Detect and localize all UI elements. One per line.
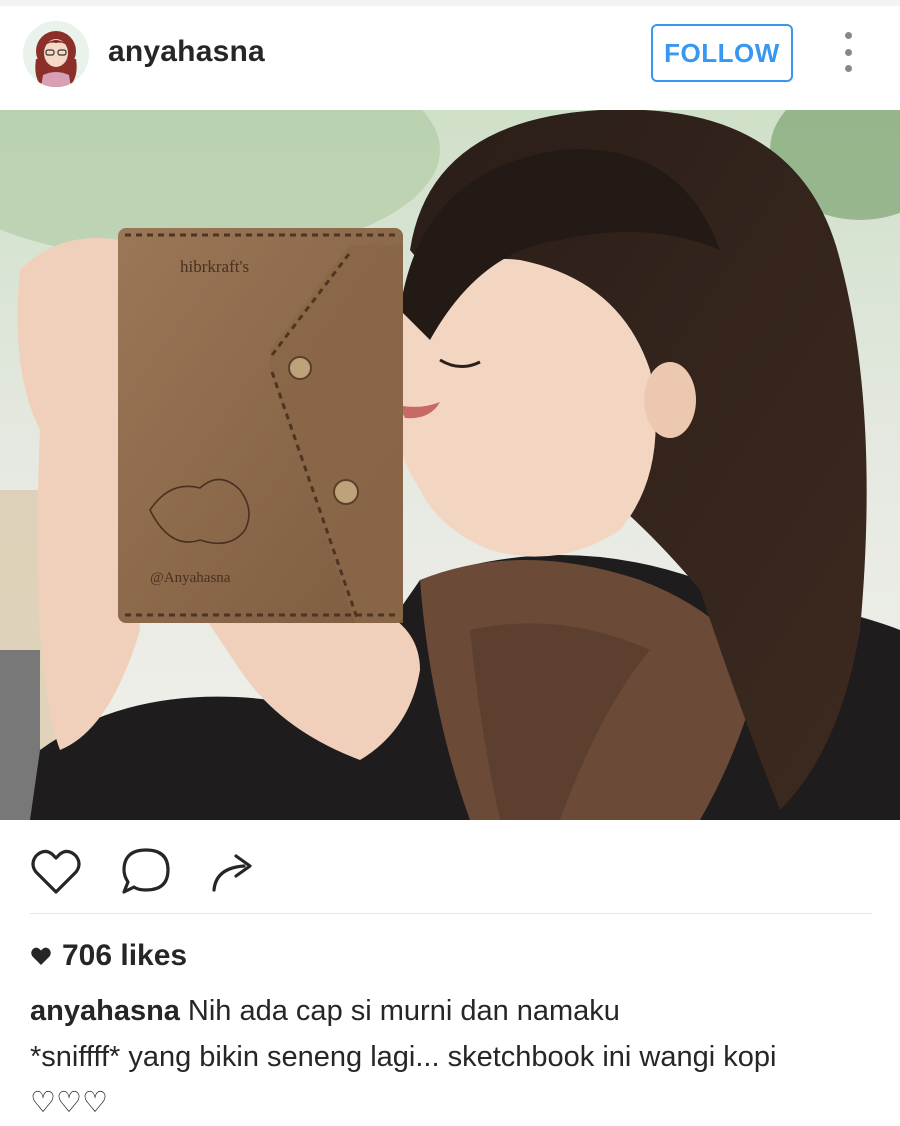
- more-dot: [844, 32, 852, 39]
- more-icon[interactable]: [830, 32, 866, 72]
- notebook-tag: @Anyahasna: [150, 570, 231, 586]
- comment-icon[interactable]: [118, 844, 174, 900]
- likes-count[interactable]: 706 likes: [30, 938, 187, 974]
- more-dot: [844, 48, 852, 56]
- notebook-brand: hibrkraft's: [180, 257, 249, 276]
- username[interactable]: anyahasna: [108, 35, 265, 69]
- action-bar: [0, 820, 900, 914]
- more-dot: [844, 65, 852, 72]
- likes-text: 706 likes: [62, 939, 188, 972]
- caption: anyahasna Nih ada cap si murni dan namaku…: [30, 988, 875, 1126]
- follow-button[interactable]: FOLLOW: [651, 24, 793, 82]
- post-header: anyahasna FOLLOW: [0, 6, 900, 110]
- photo-illustration: hibrkraft's @Anyahasna: [0, 110, 900, 820]
- post-photo[interactable]: hibrkraft's @Anyahasna: [0, 110, 900, 820]
- caption-username[interactable]: anyahasna: [30, 995, 180, 1027]
- avatar-illustration: [23, 21, 89, 87]
- share-icon[interactable]: [206, 844, 262, 900]
- like-icon[interactable]: [28, 844, 84, 900]
- avatar[interactable]: [23, 21, 89, 87]
- heart-filled-icon: [31, 947, 51, 965]
- divider: [30, 913, 872, 914]
